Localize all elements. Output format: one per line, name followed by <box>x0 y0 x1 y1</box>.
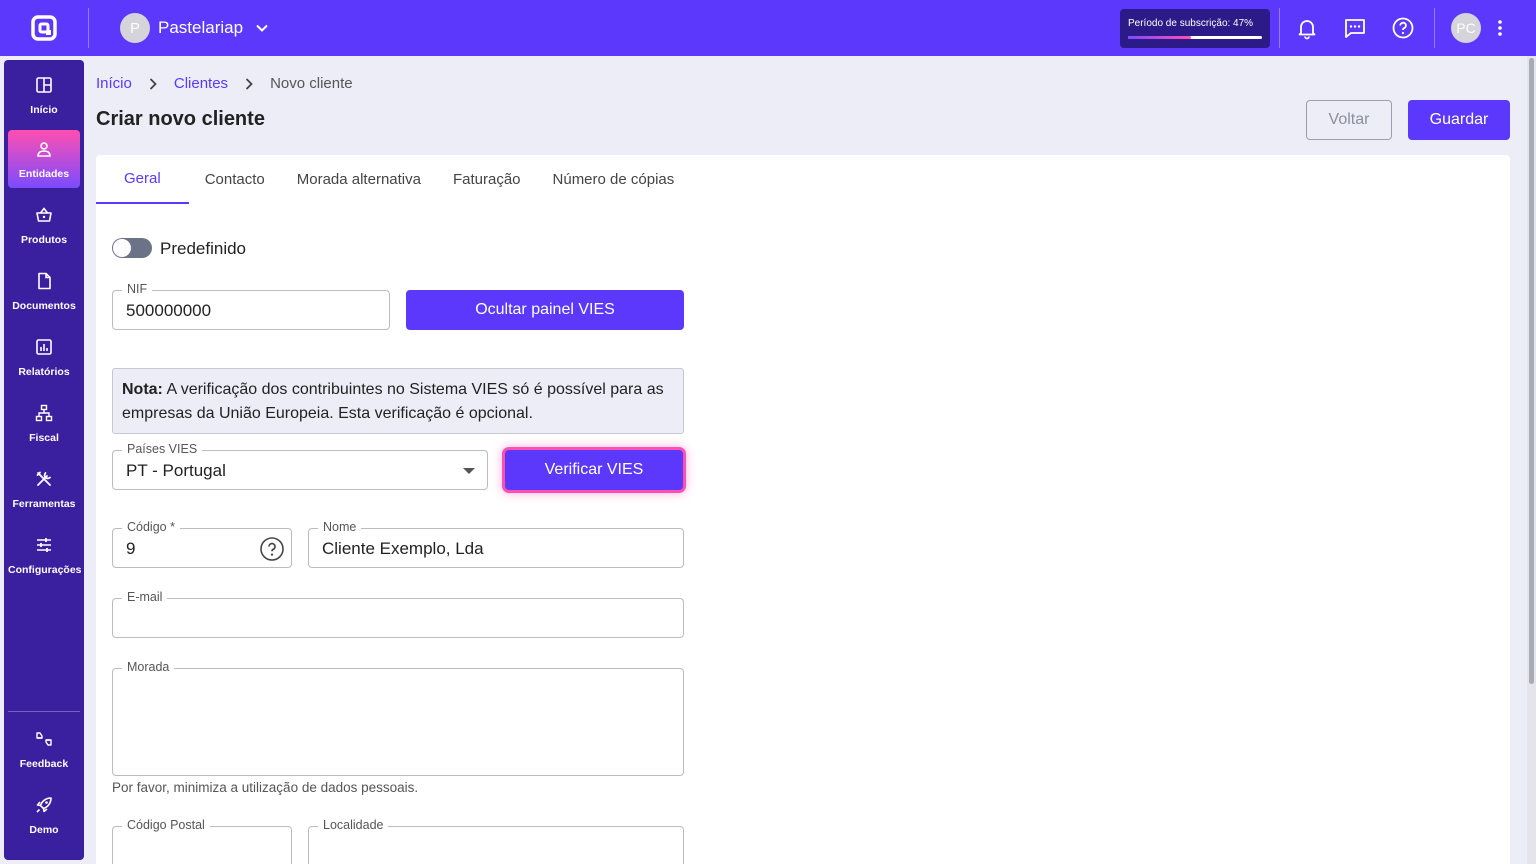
subscription-progress-fill <box>1128 36 1191 39</box>
sidebar: Início Entidades Produtos Documentos Rel… <box>4 60 84 860</box>
verify-vies-button[interactable]: Verificar VIES <box>505 450 683 490</box>
email-field[interactable]: E-mail <box>112 590 684 638</box>
address-label: Morada <box>122 660 175 674</box>
name-label: Nome <box>318 520 362 534</box>
vies-country-label: Países VIES <box>122 442 203 456</box>
tab-numero-copias[interactable]: Número de cópias <box>537 155 691 204</box>
top-divider <box>1279 8 1280 48</box>
address-textarea[interactable]: Morada <box>112 660 684 776</box>
locality-label: Localidade <box>318 818 389 832</box>
page-scrollbar[interactable] <box>1527 56 1536 864</box>
vies-note: Nota: A verificação dos contribuintes no… <box>112 368 684 434</box>
company-name: Pastelariap <box>158 18 244 37</box>
code-value: 9 <box>126 539 136 558</box>
sidebar-item-label: Documentos <box>12 300 76 312</box>
form-card: Geral Contacto Morada alternativa Fatura… <box>96 155 1510 864</box>
tab-faturacao[interactable]: Faturação <box>437 155 537 204</box>
more-vertical-icon[interactable] <box>1492 16 1508 40</box>
postal-code-label: Código Postal <box>122 818 210 832</box>
default-toggle[interactable] <box>112 238 152 258</box>
postal-code-field[interactable]: Código Postal <box>112 818 292 864</box>
chart-icon <box>36 339 52 355</box>
code-label: Código * <box>122 520 180 534</box>
network-icon <box>35 404 53 422</box>
code-field[interactable]: Código * 9 <box>112 520 292 568</box>
basket-icon <box>36 207 52 222</box>
nif-label: NIF <box>122 282 153 296</box>
sidebar-item-relatorios[interactable]: Relatórios <box>8 328 80 386</box>
sidebar-item-label: Entidades <box>18 168 70 180</box>
breadcrumb-clients-link[interactable]: Clientes <box>174 75 228 92</box>
sidebar-item-demo[interactable]: Demo <box>8 786 80 844</box>
sidebar-item-inicio[interactable]: Início <box>8 66 80 124</box>
vies-country-value: PT - Portugal <box>126 461 226 480</box>
tab-contacto[interactable]: Contacto <box>189 155 281 204</box>
help-circle-icon[interactable] <box>259 536 285 562</box>
sidebar-item-fiscal[interactable]: Fiscal <box>8 394 80 452</box>
company-avatar: P <box>120 13 150 43</box>
tab-bar: Geral Contacto Morada alternativa Fatura… <box>96 155 690 204</box>
feedback-icon <box>36 732 52 746</box>
sidebar-item-configuracoes[interactable]: Configurações <box>8 526 82 584</box>
address-hint: Por favor, minimiza a utilização de dado… <box>112 780 419 795</box>
rocket-icon <box>36 797 52 813</box>
tab-geral[interactable]: Geral <box>96 155 189 204</box>
sidebar-item-label: Feedback <box>19 758 69 770</box>
hide-vies-panel-button[interactable]: Ocultar painel VIES <box>406 290 684 330</box>
person-icon <box>37 142 51 157</box>
user-avatar[interactable]: PC <box>1451 13 1481 43</box>
top-divider <box>1434 8 1435 48</box>
sidebar-item-label: Configurações <box>8 564 82 576</box>
scrollbar-thumb[interactable] <box>1529 58 1534 684</box>
dashboard-icon <box>36 77 52 93</box>
subscription-label: Período de subscrição: 47% <box>1128 18 1254 29</box>
sidebar-item-label: Relatórios <box>18 366 70 378</box>
dropdown-caret-icon <box>463 468 475 474</box>
app-logo-icon[interactable] <box>30 14 58 42</box>
name-value: Cliente Exemplo, Lda <box>322 539 484 558</box>
sliders-icon <box>37 538 51 552</box>
chevron-right-icon <box>245 77 253 90</box>
page-title: Criar novo cliente <box>96 108 265 130</box>
sidebar-item-entidades[interactable]: Entidades <box>8 130 80 188</box>
sidebar-item-label: Demo <box>29 824 59 836</box>
sidebar-item-label: Início <box>30 104 58 116</box>
tools-icon <box>36 471 51 486</box>
sidebar-divider <box>8 711 80 712</box>
top-bar: P Pastelariap Período de subscrição: 47%… <box>0 0 1536 56</box>
sidebar-item-feedback[interactable]: Feedback <box>8 720 80 778</box>
name-field[interactable]: Nome Cliente Exemplo, Lda <box>308 520 684 568</box>
top-divider <box>88 8 89 48</box>
note-text: A verificação dos contribuintes no Siste… <box>122 381 664 422</box>
company-selector[interactable]: P Pastelariap <box>120 13 269 43</box>
sidebar-item-label: Fiscal <box>29 432 59 444</box>
locality-field[interactable]: Localidade <box>308 818 684 864</box>
subscription-progress-bar <box>1128 36 1262 39</box>
bell-icon[interactable] <box>1295 16 1319 40</box>
breadcrumb-home-link[interactable]: Início <box>96 75 132 92</box>
sidebar-item-ferramentas[interactable]: Ferramentas <box>8 460 80 518</box>
back-button[interactable]: Voltar <box>1306 100 1392 140</box>
vies-country-select[interactable]: Países VIES PT - Portugal <box>112 442 488 490</box>
sidebar-item-label: Produtos <box>20 234 68 246</box>
subscription-badge[interactable]: Período de subscrição: 47% <box>1120 9 1270 48</box>
note-bold-label: Nota: <box>122 381 163 398</box>
default-toggle-label: Predefinido <box>160 239 247 258</box>
save-button[interactable]: Guardar <box>1408 100 1510 140</box>
nif-field[interactable]: NIF 500000000 <box>112 282 390 330</box>
chevron-down-icon <box>256 24 268 32</box>
sidebar-item-produtos[interactable]: Produtos <box>8 196 80 254</box>
nif-value: 500000000 <box>126 301 212 320</box>
breadcrumb-current: Novo cliente <box>270 75 353 92</box>
tab-morada-alternativa[interactable]: Morada alternativa <box>281 155 437 204</box>
chat-icon[interactable] <box>1343 16 1367 40</box>
toggle-knob <box>113 239 131 257</box>
chevron-right-icon <box>149 77 157 90</box>
email-label: E-mail <box>122 590 168 604</box>
breadcrumb: Início Clientes Novo cliente <box>96 75 353 92</box>
sidebar-item-label: Ferramentas <box>12 498 76 510</box>
document-icon <box>38 272 51 290</box>
sidebar-item-documentos[interactable]: Documentos <box>8 262 80 320</box>
help-circle-icon[interactable] <box>1391 16 1415 40</box>
